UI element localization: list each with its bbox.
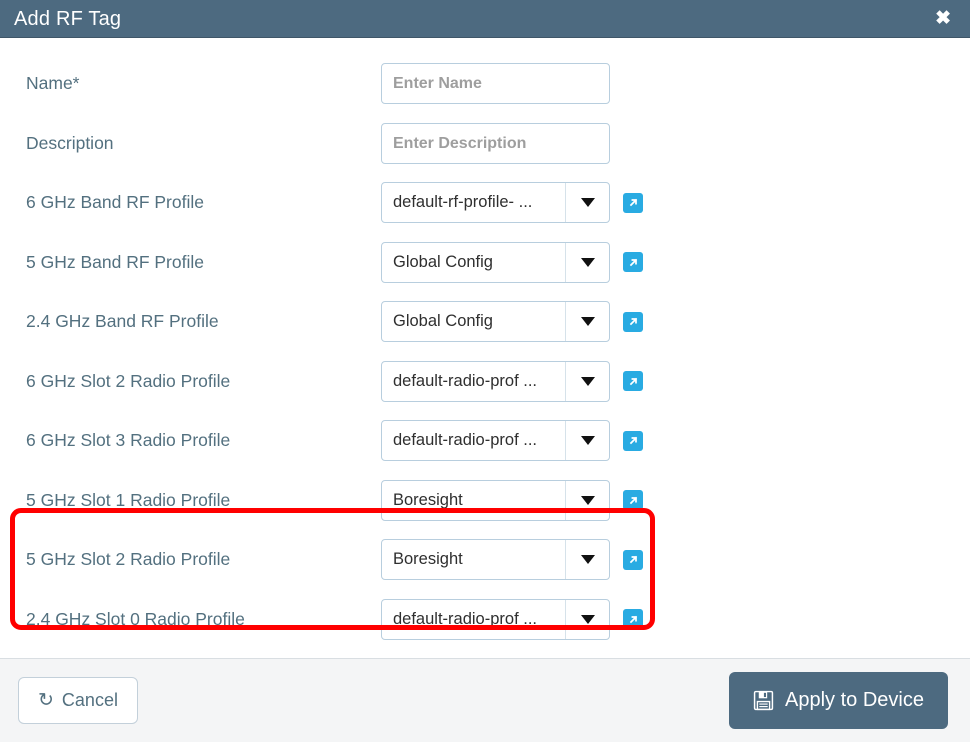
external-link-icon[interactable] bbox=[623, 311, 643, 332]
field-wrap-24ghz-slot0-radio-profile: default-radio-prof ... bbox=[381, 598, 643, 640]
description-input[interactable] bbox=[381, 122, 610, 164]
row-label-5ghz-band-rf-profile: 5 GHz Band RF Profile bbox=[26, 251, 204, 272]
field-wrap-6ghz-slot3-radio-profile: default-radio-prof ... bbox=[381, 420, 643, 462]
chevron-down-icon[interactable] bbox=[565, 540, 609, 580]
select-6ghz-slot3-radio-profile[interactable]: default-radio-prof ... bbox=[381, 420, 610, 462]
form-row-24ghz-band-rf-profile: 2.4 GHz Band RF Profile Global Config bbox=[0, 292, 970, 352]
field-wrap-24ghz-band-rf-profile: Global Config bbox=[381, 301, 643, 343]
form-row-6ghz-slot2-radio-profile: 6 GHz Slot 2 Radio Profile default-radio… bbox=[0, 352, 970, 412]
select-6ghz-slot2-radio-profile[interactable]: default-radio-prof ... bbox=[381, 360, 610, 402]
row-label-6ghz-slot2-radio-profile: 6 GHz Slot 2 Radio Profile bbox=[26, 370, 231, 391]
form-row-6ghz-band-rf-profile: 6 GHz Band RF Profile default-rf-profile… bbox=[0, 173, 970, 233]
field-wrap-5ghz-slot2-radio-profile: Boresight bbox=[381, 539, 643, 581]
row-label-5ghz-slot2-radio-profile: 5 GHz Slot 2 Radio Profile bbox=[26, 549, 231, 570]
external-link-icon[interactable] bbox=[623, 430, 643, 451]
row-label-6ghz-slot3-radio-profile: 6 GHz Slot 3 Radio Profile bbox=[26, 430, 231, 451]
chevron-down-icon[interactable] bbox=[565, 302, 609, 342]
chevron-down-icon[interactable] bbox=[565, 421, 609, 461]
row-label-24ghz-slot0-radio-profile: 2.4 GHz Slot 0 Radio Profile bbox=[26, 608, 245, 629]
row-label-24ghz-band-rf-profile: 2.4 GHz Band RF Profile bbox=[26, 311, 219, 332]
chevron-down-icon[interactable] bbox=[565, 242, 609, 282]
row-label-6ghz-band-rf-profile: 6 GHz Band RF Profile bbox=[26, 192, 204, 213]
row-label-description: Description bbox=[26, 132, 114, 153]
cancel-button-label: Cancel bbox=[61, 690, 118, 710]
select-value: Boresight bbox=[393, 490, 463, 509]
chevron-down-icon[interactable] bbox=[565, 361, 609, 401]
select-value: Boresight bbox=[393, 550, 463, 569]
apply-to-device-button[interactable]: Apply to Device bbox=[729, 672, 948, 729]
save-icon bbox=[753, 690, 774, 711]
name-input[interactable] bbox=[381, 63, 610, 105]
select-24ghz-band-rf-profile[interactable]: Global Config bbox=[381, 301, 610, 343]
field-wrap-description bbox=[381, 122, 610, 164]
chevron-down-icon[interactable] bbox=[565, 480, 609, 520]
form-row-name: Name* bbox=[0, 54, 970, 114]
field-wrap-6ghz-slot2-radio-profile: default-radio-prof ... bbox=[381, 360, 643, 402]
row-label-name: Name* bbox=[26, 73, 80, 94]
external-link-icon[interactable] bbox=[623, 609, 643, 630]
field-wrap-name bbox=[381, 63, 610, 105]
form-row-5ghz-band-rf-profile: 5 GHz Band RF Profile Global Config bbox=[0, 233, 970, 293]
select-value: default-rf-profile- ... bbox=[393, 193, 533, 212]
field-wrap-5ghz-slot1-radio-profile: Boresight bbox=[381, 479, 643, 521]
select-value: default-radio-prof ... bbox=[393, 431, 537, 450]
undo-icon: ↻ bbox=[38, 690, 54, 711]
dialog-title: Add RF Tag bbox=[14, 7, 122, 30]
field-wrap-6ghz-band-rf-profile: default-rf-profile- ... bbox=[381, 182, 643, 224]
close-icon[interactable]: ✖ bbox=[932, 7, 954, 30]
external-link-icon[interactable] bbox=[623, 371, 643, 392]
form-row-6ghz-slot3-radio-profile: 6 GHz Slot 3 Radio Profile default-radio… bbox=[0, 411, 970, 471]
chevron-down-icon[interactable] bbox=[565, 183, 609, 223]
form-row-description: Description bbox=[0, 114, 970, 174]
field-wrap-5ghz-band-rf-profile: Global Config bbox=[381, 241, 643, 283]
form-row-24ghz-slot0-radio-profile: 2.4 GHz Slot 0 Radio Profile default-rad… bbox=[0, 590, 970, 650]
cancel-button[interactable]: ↻ Cancel bbox=[18, 677, 138, 724]
apply-button-label: Apply to Device bbox=[785, 689, 924, 711]
dialog-footer: ↻ Cancel Apply to Device bbox=[0, 658, 970, 742]
row-label-5ghz-slot1-radio-profile: 5 GHz Slot 1 Radio Profile bbox=[26, 489, 231, 510]
select-5ghz-band-rf-profile[interactable]: Global Config bbox=[381, 241, 610, 283]
select-5ghz-slot2-radio-profile[interactable]: Boresight bbox=[381, 539, 610, 581]
add-rf-tag-dialog: Add RF Tag ✖ Name* Description 6 GHz Ban… bbox=[0, 0, 970, 742]
select-5ghz-slot1-radio-profile[interactable]: Boresight bbox=[381, 479, 610, 521]
select-value: default-radio-prof ... bbox=[393, 609, 537, 628]
select-value: Global Config bbox=[393, 252, 493, 271]
external-link-icon[interactable] bbox=[623, 252, 643, 273]
select-24ghz-slot0-radio-profile[interactable]: default-radio-prof ... bbox=[381, 598, 610, 640]
chevron-down-icon[interactable] bbox=[565, 599, 609, 639]
dialog-body: Name* Description 6 GHz Band RF Profile … bbox=[0, 38, 970, 658]
form-row-5ghz-slot2-radio-profile: 5 GHz Slot 2 Radio Profile Boresight bbox=[0, 530, 970, 590]
external-link-icon[interactable] bbox=[623, 192, 643, 213]
select-value: default-radio-prof ... bbox=[393, 371, 537, 390]
external-link-icon[interactable] bbox=[623, 490, 643, 511]
dialog-titlebar: Add RF Tag ✖ bbox=[0, 0, 970, 38]
select-value: Global Config bbox=[393, 312, 493, 331]
form-row-5ghz-slot1-radio-profile: 5 GHz Slot 1 Radio Profile Boresight bbox=[0, 471, 970, 531]
select-6ghz-band-rf-profile[interactable]: default-rf-profile- ... bbox=[381, 182, 610, 224]
external-link-icon[interactable] bbox=[623, 549, 643, 570]
